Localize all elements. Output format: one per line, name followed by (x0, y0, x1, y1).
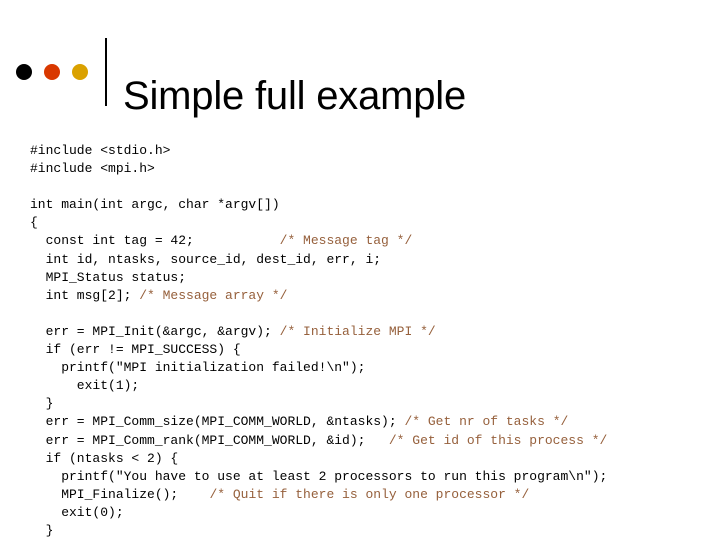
title-divider (105, 38, 107, 106)
code-source: } (30, 396, 54, 412)
code-source: { (30, 215, 38, 231)
code-line: exit(0); (30, 504, 714, 522)
slide-header: Simple full example (0, 0, 720, 118)
code-line: exit(1); (30, 377, 714, 395)
code-source: int main(int argc, char *argv[]) (30, 197, 280, 213)
bullet-dot-gold (72, 64, 88, 80)
code-source: int msg[2]; (30, 287, 140, 303)
bullet-dot-black (16, 64, 32, 80)
code-comment: /* Get id of this process */ (388, 432, 608, 448)
code-source: err = MPI_Init(&argc, &argv); (30, 323, 280, 339)
code-line: err = MPI_Comm_rank(MPI_COMM_WORLD, &id)… (30, 432, 714, 450)
code-source: int id, ntasks, source_id, dest_id, err,… (30, 251, 382, 267)
code-source: exit(0); (30, 504, 124, 520)
code-source: err = MPI_Comm_rank(MPI_COMM_WORLD, &id)… (30, 432, 389, 448)
code-line: err = MPI_Comm_size(MPI_COMM_WORLD, &nta… (30, 413, 714, 431)
code-line: } (30, 395, 714, 413)
code-line: printf("MPI initialization failed!\n"); (30, 359, 714, 377)
code-source: #include <mpi.h> (30, 161, 155, 177)
code-source: MPI_Status status; (30, 269, 187, 285)
code-source: printf("MPI initialization failed!\n"); (30, 360, 366, 376)
code-source: #include <stdio.h> (30, 143, 171, 158)
code-source: MPI_Finalize(); (30, 486, 210, 502)
code-line: err = MPI_Init(&argc, &argv); /* Initial… (30, 323, 714, 341)
code-line: MPI_Status status; (30, 269, 714, 287)
code-source: const int tag = 42; (30, 233, 280, 249)
code-comment: /* Message array */ (139, 287, 288, 303)
bullet-dot-red (44, 64, 60, 80)
code-line: if (ntasks < 2) { (30, 450, 714, 468)
code-line: int id, ntasks, source_id, dest_id, err,… (30, 251, 714, 269)
code-line: { (30, 214, 714, 232)
code-block: #include <stdio.h> #include <mpi.h> int m… (30, 142, 714, 540)
page-title: Simple full example (123, 73, 467, 118)
code-source: } (30, 522, 54, 538)
code-source: exit(1); (30, 378, 140, 394)
bullet-dots-group (16, 64, 96, 82)
code-source: if (err != MPI_SUCCESS) { (30, 342, 241, 358)
code-line: MPI_Finalize(); /* Quit if there is only… (30, 486, 714, 504)
code-line: int main(int argc, char *argv[]) (30, 196, 714, 214)
code-comment: /* Get nr of tasks */ (404, 414, 569, 430)
code-line: if (err != MPI_SUCCESS) { (30, 341, 714, 359)
code-line: #include <mpi.h> (30, 160, 714, 178)
code-line: #include <stdio.h> (30, 142, 714, 160)
code-source: if (ntasks < 2) { (30, 450, 179, 466)
code-source: err = MPI_Comm_size(MPI_COMM_WORLD, &nta… (30, 414, 405, 430)
code-line: } (30, 522, 714, 540)
code-comment: /* Quit if there is only one processor *… (209, 486, 530, 502)
code-comment: /* Initialize MPI */ (279, 323, 436, 339)
code-line: int msg[2]; /* Message array */ (30, 287, 714, 305)
code-line: const int tag = 42; /* Message tag */ (30, 232, 714, 250)
code-source: printf("You have to use at least 2 proce… (30, 468, 608, 484)
code-line: printf("You have to use at least 2 proce… (30, 468, 714, 486)
code-comment: /* Message tag */ (279, 233, 413, 249)
